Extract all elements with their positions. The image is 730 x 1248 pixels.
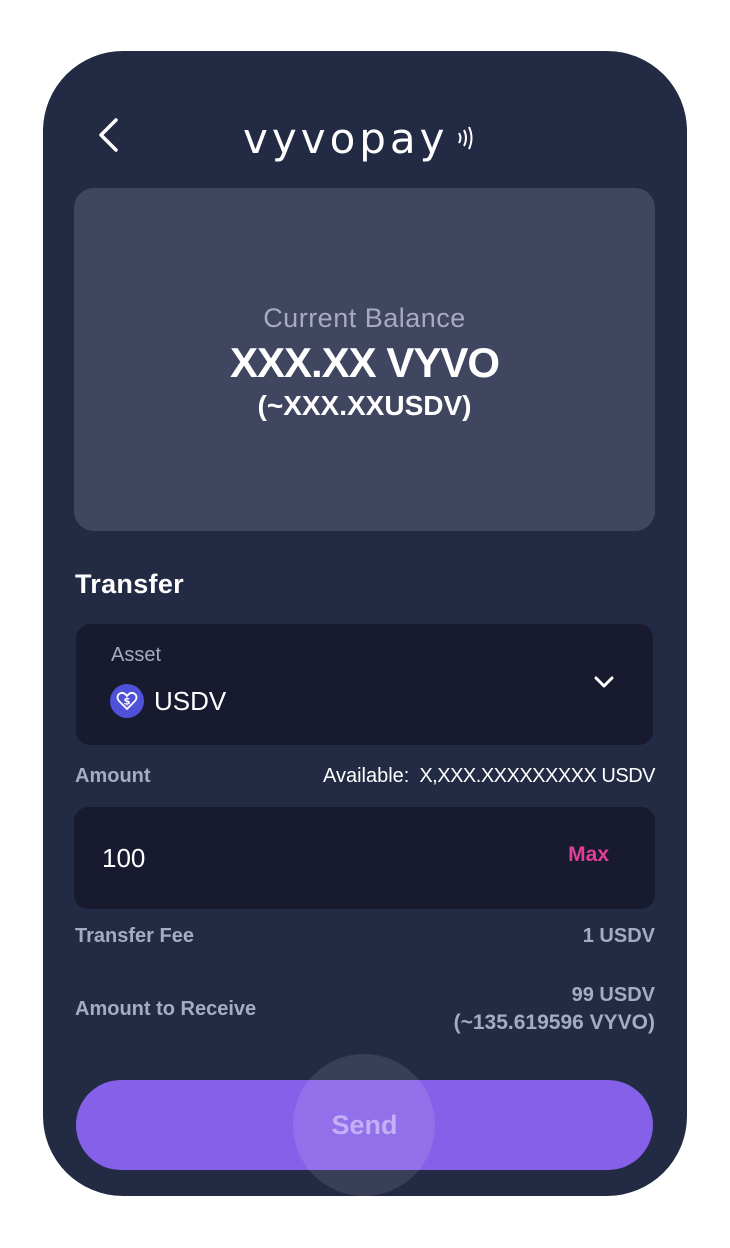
transfer-fee-row: Transfer Fee 1 USDV bbox=[75, 925, 655, 948]
amount-to-receive-equivalent: (~135.619596 VYVO) bbox=[453, 1011, 655, 1034]
logo-text: vyvopay bbox=[243, 113, 449, 163]
balance-card: Current Balance XXX.XX VYVO (~XXX.XXUSDV… bbox=[74, 188, 655, 531]
chevron-left-icon bbox=[99, 118, 118, 152]
amount-label: Amount bbox=[75, 765, 151, 787]
amount-to-receive-row: Amount to Receive 99 USDV (~135.619596 V… bbox=[75, 981, 655, 1037]
send-button[interactable]: Send bbox=[76, 1080, 653, 1170]
chevron-down-icon bbox=[594, 676, 614, 688]
max-button[interactable]: Max bbox=[568, 843, 609, 867]
app-logo: vyvopay bbox=[243, 113, 483, 163]
amount-to-receive-label: Amount to Receive bbox=[75, 997, 257, 1020]
asset-selected: $ USDV bbox=[110, 684, 226, 718]
contactless-icon bbox=[453, 123, 483, 153]
back-button[interactable] bbox=[91, 115, 125, 155]
amount-to-receive-value: 99 USDV bbox=[571, 984, 655, 1006]
balance-value: XXX.XX VYVO bbox=[229, 339, 500, 386]
asset-select[interactable]: Asset $ USDV bbox=[76, 624, 653, 745]
transfer-fee-label: Transfer Fee bbox=[75, 925, 194, 947]
amount-input[interactable] bbox=[102, 835, 502, 881]
balance-equivalent: (~XXX.XXUSDV) bbox=[257, 390, 472, 421]
transfer-title: Transfer bbox=[75, 569, 184, 599]
transfer-fee-value: 1 USDV bbox=[582, 925, 655, 947]
available-value: X,XXX.XXXXXXXXX USDV bbox=[419, 765, 655, 787]
svg-text:$: $ bbox=[124, 697, 131, 708]
phone-screen: vyvopay Current Balance XXX.XX VYVO (~XX… bbox=[43, 51, 687, 1196]
available-label: Available: bbox=[322, 765, 410, 787]
asset-label: Asset bbox=[111, 644, 162, 666]
amount-header: Amount Available: X,XXX.XXXXXXXXX USDV bbox=[75, 765, 655, 788]
amount-to-receive-values: 99 USDV (~135.619596 VYVO) bbox=[454, 981, 655, 1037]
balance-label: Current Balance bbox=[263, 303, 466, 333]
available-balance: Available: X,XXX.XXXXXXXXX USDV bbox=[322, 765, 656, 788]
asset-value: USDV bbox=[154, 685, 227, 716]
amount-input-box: Max bbox=[74, 807, 655, 909]
usdv-coin-icon: $ bbox=[110, 684, 144, 718]
